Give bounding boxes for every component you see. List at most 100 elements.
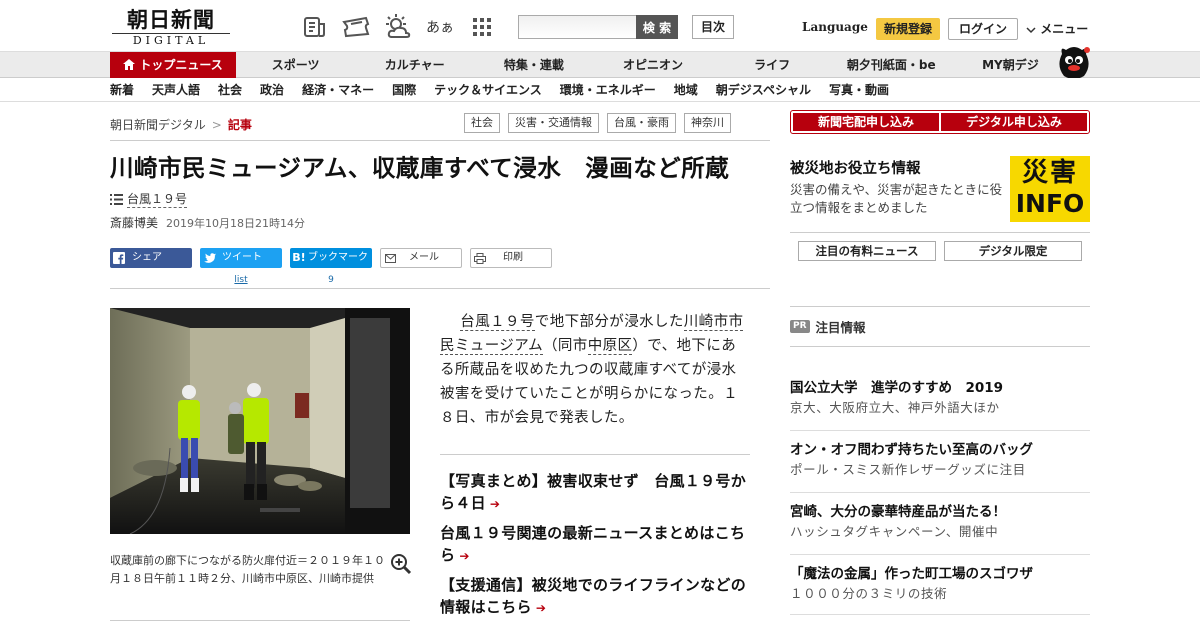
ticket-icon[interactable] bbox=[342, 14, 370, 40]
pr-item[interactable]: 宮崎、大分の豪華特産品が当たる！ ハッシュタグキャンペーン、開催中 bbox=[790, 502, 1090, 542]
language-link[interactable]: Language bbox=[802, 20, 868, 34]
home-icon bbox=[123, 59, 136, 70]
body-text: （同市 bbox=[543, 338, 588, 354]
subnav-region[interactable]: 地域 bbox=[674, 78, 698, 102]
mail-share-button[interactable]: メール bbox=[380, 248, 462, 268]
tag-typhoon[interactable]: 台風・豪雨 bbox=[607, 113, 676, 133]
subnav-new[interactable]: 新着 bbox=[110, 78, 134, 102]
nav-life[interactable]: ライフ bbox=[713, 52, 832, 78]
nav-features[interactable]: 特集・連載 bbox=[474, 52, 593, 78]
subnav-photo[interactable]: 写真・動画 bbox=[829, 78, 889, 102]
publish-date: 2019年10月18日21時14分 bbox=[166, 217, 305, 230]
divider bbox=[790, 430, 1090, 431]
subnav-economy[interactable]: 経済・マネー bbox=[302, 78, 374, 102]
tag-kanagawa[interactable]: 神奈川 bbox=[684, 113, 731, 133]
zoom-icon[interactable] bbox=[390, 553, 412, 575]
twitter-label: ツイート bbox=[222, 252, 262, 263]
printer-icon bbox=[471, 248, 489, 268]
nav-opinion[interactable]: オピニオン bbox=[593, 52, 712, 78]
twitter-count[interactable]: list bbox=[200, 270, 282, 290]
hatena-icon: B! bbox=[292, 251, 306, 264]
nav-top-news[interactable]: トップニュース bbox=[110, 52, 236, 78]
related-link[interactable]: 【支援通信】被災地でのライフラインなどの情報はこちら ➔ bbox=[440, 574, 750, 619]
chevron-down-icon bbox=[1026, 26, 1036, 33]
nav-my-asadigi[interactable]: MY朝デジ bbox=[951, 52, 1070, 78]
pr-item-sub: １０００分の３ミリの技術 bbox=[790, 586, 948, 601]
share-bar: シェア ツイート list B! ブックマーク 9 メール 印刷 bbox=[110, 248, 560, 285]
pr-item[interactable]: 「魔法の金属」作った町工場のスゴワザ １０００分の３ミリの技術 bbox=[790, 564, 1090, 604]
subnav-politics[interactable]: 政治 bbox=[260, 78, 284, 102]
search-button[interactable]: 検 索 bbox=[636, 15, 678, 39]
related-link[interactable]: 台風１９号関連の最新ニュースまとめはこちら ➔ bbox=[440, 522, 750, 567]
tag-disaster[interactable]: 災害・交通情報 bbox=[508, 113, 599, 133]
newspaper-icon[interactable] bbox=[300, 14, 328, 40]
site-logo[interactable]: 朝日新聞 DIGITAL bbox=[112, 8, 230, 48]
subnav-environment[interactable]: 環境・エネルギー bbox=[560, 78, 656, 102]
subnav-tech[interactable]: テック＆サイエンス bbox=[434, 78, 542, 102]
twitter-share-button[interactable]: ツイート list bbox=[200, 248, 282, 285]
nav-culture[interactable]: カルチャー bbox=[355, 52, 474, 78]
disaster-info-title[interactable]: 被災地お役立ち情報 bbox=[790, 157, 921, 178]
subnav-international[interactable]: 国際 bbox=[392, 78, 416, 102]
search-input[interactable] bbox=[518, 15, 636, 39]
divider bbox=[790, 554, 1090, 555]
subnav-tensei[interactable]: 天声人語 bbox=[152, 78, 200, 102]
mascot-icon[interactable] bbox=[1056, 44, 1092, 80]
pr-item-title: オン・オフ問わず持ちたい至高のバッグ bbox=[790, 442, 1033, 458]
print-button[interactable]: 印刷 bbox=[470, 248, 552, 268]
twitter-icon bbox=[200, 248, 218, 268]
mail-icon bbox=[381, 248, 399, 268]
tag-society[interactable]: 社会 bbox=[464, 113, 500, 133]
divider bbox=[440, 454, 750, 455]
pr-item[interactable]: 国公立大学 進学のすすめ 2019 京大、大阪府立大、神戸外語大ほか bbox=[790, 378, 1090, 418]
weather-icon[interactable] bbox=[384, 14, 412, 40]
grid-icon[interactable] bbox=[468, 14, 496, 40]
divider bbox=[790, 492, 1090, 493]
top-bar: 朝日新聞 DIGITAL あぁ 検 索 目次 Language 新規登録 ログイ… bbox=[0, 0, 1200, 52]
subscribe-box: 新聞宅配申し込み デジタル申し込み bbox=[790, 110, 1090, 134]
topic-label: 台風１９号 bbox=[127, 192, 188, 208]
related-link[interactable]: 【写真まとめ】被害収束せず 台風１９号から４日 ➔ bbox=[440, 470, 750, 515]
contents-button[interactable]: 目次 bbox=[692, 15, 734, 39]
divider bbox=[790, 346, 1090, 347]
facebook-share-button[interactable]: シェア bbox=[110, 248, 192, 268]
nav-sports[interactable]: スポーツ bbox=[236, 52, 355, 78]
pr-heading: PR 注目情報 bbox=[790, 317, 866, 336]
disaster-logo-bottom: INFO bbox=[1015, 189, 1085, 218]
pr-item-sub: ハッシュタグキャンペーン、開催中 bbox=[790, 524, 999, 539]
hatena-bookmark-button[interactable]: B! ブックマーク 9 bbox=[290, 248, 372, 285]
login-button[interactable]: ログイン bbox=[948, 18, 1018, 40]
pr-item[interactable]: オン・オフ問わず持ちたい至高のバッグ ポール・スミス新作レザーグッズに注目 bbox=[790, 440, 1090, 480]
pr-item-title: 国公立大学 進学のすすめ 2019 bbox=[790, 380, 1004, 396]
pr-item-sub: 京大、大阪府立大、神戸外語大ほか bbox=[790, 400, 1000, 415]
related-link-text: 【写真まとめ】被害収束せず 台風１９号から４日 bbox=[440, 472, 747, 512]
related-link-text: 【支援通信】被災地でのライフラインなどの情報はこちら bbox=[440, 576, 747, 616]
article-photo[interactable] bbox=[110, 308, 410, 534]
typhoon-link[interactable]: 台風１９号 bbox=[460, 314, 535, 331]
disaster-info-logo[interactable]: 災害 INFO bbox=[1010, 156, 1090, 222]
print-label: 印刷 bbox=[503, 252, 523, 263]
digital-limited-button[interactable]: デジタル限定 bbox=[944, 241, 1082, 261]
divider bbox=[790, 306, 1090, 307]
topic-link[interactable]: 台風１９号 bbox=[110, 190, 188, 208]
mail-label: メール bbox=[409, 252, 439, 263]
menu-label: メニュー bbox=[1040, 22, 1089, 36]
font-size-icon[interactable]: あぁ bbox=[426, 14, 454, 40]
pr-item-title: 宮崎、大分の豪華特産品が当たる！ bbox=[790, 504, 1006, 520]
article-body: 台風１９号で地下部分が浸水した川崎市市民ミュージアム（同市中原区）で、地下にある… bbox=[440, 310, 750, 430]
nav-paper[interactable]: 朝夕刊紙面・be bbox=[832, 52, 951, 78]
nakahara-link[interactable]: 中原区 bbox=[587, 338, 633, 355]
newspaper-subscribe-button[interactable]: 新聞宅配申し込み bbox=[793, 113, 939, 131]
subnav-special[interactable]: 朝デジスペシャル bbox=[716, 78, 811, 102]
breadcrumb: 朝日新聞デジタル > 記事 bbox=[110, 116, 252, 133]
breadcrumb-home[interactable]: 朝日新聞デジタル bbox=[110, 118, 206, 132]
hatena-count[interactable]: 9 bbox=[290, 270, 372, 290]
menu-button[interactable]: メニュー bbox=[1026, 20, 1088, 37]
disaster-logo-top: 災害 bbox=[1021, 158, 1078, 188]
digital-subscribe-button[interactable]: デジタル申し込み bbox=[941, 113, 1087, 131]
paid-news-button[interactable]: 注目の有料ニュース bbox=[798, 241, 936, 261]
paid-news-buttons: 注目の有料ニュース デジタル限定 bbox=[798, 241, 1082, 261]
register-button[interactable]: 新規登録 bbox=[876, 18, 940, 40]
article-headline: 川崎市民ミュージアム、収蔵庫すべて浸水 漫画など所蔵 bbox=[110, 154, 730, 182]
subnav-society[interactable]: 社会 bbox=[218, 78, 242, 102]
